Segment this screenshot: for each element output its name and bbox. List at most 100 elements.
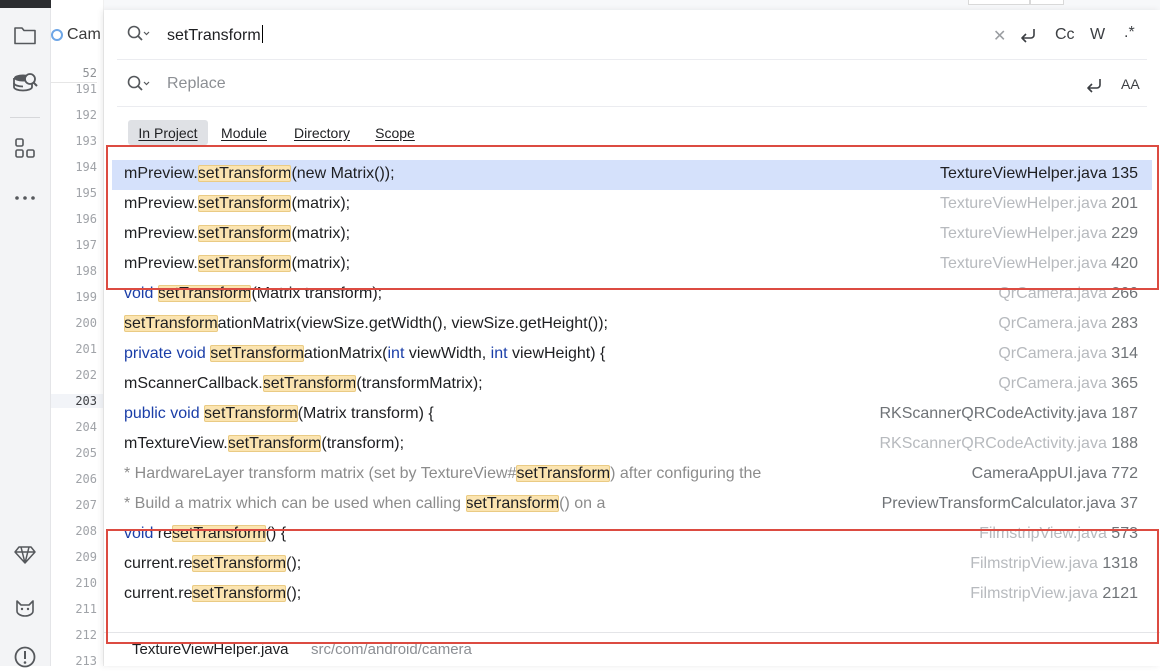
result-file-name: TextureViewHelper.java — [939, 225, 1107, 242]
toolbar-button-fragment[interactable] — [1030, 0, 1064, 5]
replace-new-line-icon[interactable] — [1084, 75, 1104, 100]
result-line-number: 573 — [1111, 525, 1138, 542]
result-row[interactable]: private void setTransformationMatrix(int… — [112, 340, 1152, 370]
more-tools-icon[interactable] — [11, 184, 39, 212]
code-fragment: (Matrix transform) { — [297, 405, 434, 422]
result-row[interactable]: * HardwareLayer transform matrix (set by… — [112, 460, 1152, 490]
search-input[interactable]: setTransform — [167, 25, 263, 45]
result-file-name: QrCamera.java — [998, 315, 1107, 332]
result-row[interactable]: mPreview.setTransform(matrix); TextureVie… — [112, 250, 1152, 280]
result-code: * Build a matrix which can be used when … — [124, 495, 605, 513]
tool-window-strip — [0, 0, 102, 668]
results-list: mPreview.setTransform(new Matrix()); Text… — [112, 160, 1152, 610]
match-highlight: setTransform — [197, 225, 292, 242]
line-number: 201 — [75, 342, 97, 356]
result-line-number: 266 — [1111, 285, 1138, 302]
result-file-name: QrCamera.java — [998, 285, 1107, 302]
result-location: TextureViewHelper.java 135 — [940, 165, 1138, 183]
code-fragment: mPreview. — [124, 195, 198, 212]
line-number: 205 — [75, 446, 97, 460]
result-file-name: TextureViewHelper.java — [939, 165, 1107, 182]
gem-icon[interactable] — [11, 541, 39, 569]
preview-file-header: TextureViewHelper.java src/com/android/c… — [104, 632, 1160, 667]
line-number: 212 — [75, 628, 97, 642]
code-fragment: ) after configuring the — [610, 465, 762, 482]
problems-icon[interactable] — [11, 643, 39, 671]
search-history-icon[interactable] — [126, 24, 150, 49]
result-line-number: 314 — [1111, 345, 1138, 362]
result-row[interactable]: void resetTransform() {FilmstripView.jav… — [112, 520, 1152, 550]
result-location: RKScannerQRCodeActivity.java 188 — [879, 435, 1138, 453]
result-line-number: 283 — [1111, 315, 1138, 332]
result-location: QrCamera.java 314 — [998, 345, 1138, 363]
line-number: 209 — [75, 550, 97, 564]
preserve-case-toggle[interactable]: AA — [1121, 76, 1140, 92]
scope-tab-in-project[interactable]: In Project — [128, 120, 208, 145]
database-search-icon[interactable] — [11, 69, 39, 97]
match-highlight: setTransform — [157, 285, 252, 302]
code-fragment: viewWidth, — [408, 345, 491, 362]
code-fragment: mTextureView. — [124, 435, 228, 452]
file-type-icon — [51, 29, 63, 41]
code-fragment: (); — [286, 585, 302, 602]
code-fragment: viewHeight) { — [511, 345, 606, 362]
folder-icon[interactable] — [11, 21, 39, 49]
result-row[interactable]: * Build a matrix which can be used when … — [112, 490, 1152, 520]
scope-tab-module[interactable]: Module — [216, 120, 272, 145]
result-file-name: FilmstripView.java — [970, 585, 1098, 602]
result-code: public void setTransform(Matrix transfor… — [124, 405, 434, 423]
result-row[interactable]: mScannerCallback.setTransform(transformM… — [112, 370, 1152, 400]
code-fragment: () { — [265, 525, 287, 542]
clear-icon[interactable]: ✕ — [993, 26, 1006, 46]
result-code: mPreview.setTransform(matrix); — [124, 225, 350, 243]
line-number: 198 — [75, 264, 97, 278]
match-highlight: setTransform — [262, 375, 357, 392]
result-line-number: 772 — [1111, 465, 1138, 482]
result-code: void setTransform(Matrix transform); — [124, 285, 382, 303]
result-row[interactable]: mPreview.setTransform(matrix); TextureVie… — [112, 190, 1152, 220]
code-fragment: mPreview. — [124, 225, 198, 242]
line-number: 52 — [51, 66, 97, 83]
toolbar-button-fragment[interactable] — [968, 0, 1030, 5]
code-fragment: (transform); — [321, 435, 405, 452]
result-row[interactable]: current.resetTransform(); FilmstripView.j… — [112, 580, 1152, 610]
code-fragment: void — [124, 525, 158, 542]
result-row[interactable]: mPreview.setTransform(matrix); TextureVie… — [112, 220, 1152, 250]
scope-tab-directory[interactable]: Directory — [290, 120, 354, 145]
editor-tab[interactable]: Cam — [51, 20, 103, 50]
match-case-toggle[interactable]: Cc — [1055, 26, 1075, 44]
result-row[interactable]: current.resetTransform(); FilmstripView.j… — [112, 550, 1152, 580]
result-row[interactable]: public void setTransform(Matrix transfor… — [112, 400, 1152, 430]
code-fragment: (transformMatrix); — [356, 375, 483, 392]
line-number: 199 — [75, 290, 97, 304]
scope-tab-scope[interactable]: Scope — [372, 120, 418, 145]
regex-toggle[interactable]: .* — [1124, 24, 1135, 42]
result-row[interactable]: void setTransform(Matrix transform); QrCa… — [112, 280, 1152, 310]
result-location: QrCamera.java 266 — [998, 285, 1138, 303]
result-code: private void setTransformationMatrix(int… — [124, 345, 605, 363]
result-location: PreviewTransformCalculator.java 37 — [882, 495, 1138, 513]
cat-icon[interactable] — [11, 594, 39, 622]
result-code: mScannerCallback.setTransform(transformM… — [124, 375, 483, 393]
line-number: 200 — [75, 316, 97, 330]
match-highlight: setTransform — [197, 195, 292, 212]
result-row[interactable]: setTransformationMatrix(viewSize.getWidt… — [112, 310, 1152, 340]
result-file-name: RKScannerQRCodeActivity.java — [879, 405, 1107, 422]
structure-icon[interactable] — [11, 134, 39, 162]
new-line-icon[interactable] — [1018, 25, 1038, 50]
replace-history-icon[interactable] — [126, 74, 150, 99]
result-line-number: 187 — [1111, 405, 1138, 422]
code-fragment: ationMatrix(viewSize.getWidth(), viewSiz… — [217, 315, 608, 332]
code-fragment: int — [490, 345, 512, 362]
result-file-name: QrCamera.java — [998, 345, 1107, 362]
line-number: 203 — [51, 394, 103, 408]
replace-input[interactable]: Replace — [167, 75, 226, 93]
line-number: 196 — [75, 212, 97, 226]
code-fragment: (matrix); — [291, 255, 351, 272]
result-row[interactable]: mTextureView.setTransform(transform); RKS… — [112, 430, 1152, 460]
whole-words-toggle[interactable]: W — [1090, 26, 1105, 44]
result-file-name: FilmstripView.java — [979, 525, 1107, 542]
result-row[interactable]: mPreview.setTransform(new Matrix()); Text… — [112, 160, 1152, 190]
line-number: 211 — [75, 602, 97, 616]
line-number: 193 — [75, 134, 97, 148]
